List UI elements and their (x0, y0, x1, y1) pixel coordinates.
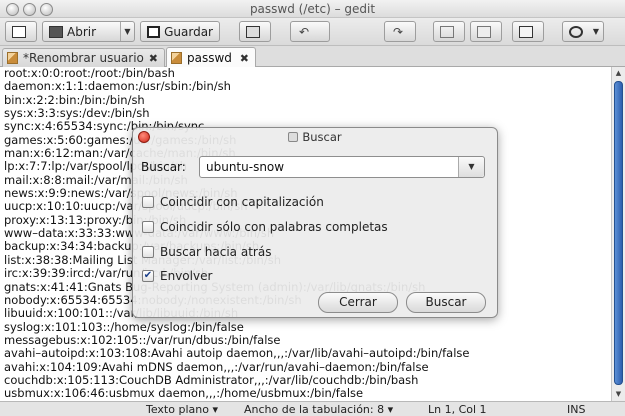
editor-line: avahi:x:104:109:Avahi mDNS daemon,,,:/va… (4, 359, 429, 374)
text-file-icon (7, 52, 18, 64)
new-button[interactable] (5, 21, 37, 42)
tab-label: *Renombrar usuario (23, 51, 144, 65)
tab-label: passwd (187, 51, 232, 65)
new-document-icon (12, 25, 26, 38)
save-button[interactable]: Guardar (140, 21, 220, 42)
insert-mode: INS (567, 403, 586, 416)
editor-line: bin:x:2:2:bin:/bin:/bin/sh (4, 92, 145, 107)
language-selector[interactable]: Texto plano ▾ (146, 403, 218, 416)
checkbox-label: Buscar hacia atrás (160, 245, 272, 259)
printer-icon (246, 25, 260, 38)
close-button[interactable]: Cerrar (318, 292, 398, 313)
paste-button[interactable] (512, 21, 544, 42)
checkbox-box[interactable] (142, 246, 154, 258)
scissors-icon (440, 25, 454, 38)
copy-icon (477, 25, 491, 38)
editor-line: messagebus:x:102:105::/var/run/dbus:/bin… (4, 332, 281, 347)
checkbox-box[interactable] (142, 196, 154, 208)
tab-renombrar-usuario[interactable]: *Renombrar usuario ✖ (2, 48, 165, 67)
find-button[interactable]: Buscar (406, 292, 486, 313)
editor-line: sys:x:3:3:sys:/dev:/bin/sh (4, 106, 150, 121)
tab-passwd[interactable]: passwd ✖ (166, 47, 256, 68)
cut-button[interactable] (433, 21, 465, 42)
tab-width-label: Ancho de la tabulación: 8 (244, 403, 385, 416)
editor-line: syslog:x:101:103::/home/syslog:/bin/fals… (4, 319, 244, 334)
checkbox-label: Coincidir sólo con palabras completas (160, 220, 388, 234)
paste-icon (519, 25, 533, 38)
editor-line: usbmux:x:106:46:usbmux daemon,,,:/home/u… (4, 386, 364, 401)
scrollbar-thumb[interactable] (614, 81, 623, 385)
text-file-icon (171, 52, 182, 64)
tab-width-selector[interactable]: Ancho de la tabulación: 8 ▾ (244, 403, 393, 416)
whole-words-checkbox[interactable]: Coincidir sólo con palabras completas (142, 220, 388, 234)
print-button[interactable] (239, 21, 271, 42)
search-combo[interactable]: ▼ (199, 156, 485, 178)
open-recent-dropdown[interactable]: ▼ (120, 22, 134, 41)
search-label: Buscar: (141, 160, 186, 174)
folder-open-icon (49, 25, 63, 38)
redo-icon: ↷ (392, 24, 404, 39)
undo-button[interactable]: ↶ (290, 21, 330, 42)
dialog-title-text: Buscar (302, 130, 342, 144)
tab-bar: *Renombrar usuario ✖ passwd ✖ (0, 46, 625, 68)
save-label: Guardar (164, 24, 213, 39)
undo-icon: ↶ (298, 24, 310, 39)
search-icon (569, 25, 583, 38)
save-icon (147, 25, 161, 38)
search-dropdown[interactable]: ▼ (589, 22, 603, 41)
editor-line: avahi–autoipd:x:103:108:Avahi autoip dae… (4, 346, 470, 361)
tab-width-dropdown-icon: ▾ (387, 403, 394, 416)
scroll-up-arrow-icon[interactable]: ▲ (612, 67, 625, 80)
cursor-position: Ln 1, Col 1 (428, 403, 487, 416)
open-label: Abrir (67, 24, 97, 39)
search-history-dropdown[interactable]: ▼ (458, 157, 484, 177)
editor-line: couchdb:x:105:113:CouchDB Administrator,… (4, 372, 419, 387)
search-dialog-icon (288, 132, 299, 142)
search-input[interactable] (206, 159, 446, 175)
dialog-title: Buscar (133, 128, 497, 146)
search-dialog: Buscar Buscar: ▼ Coincidir con capitaliz… (132, 127, 498, 318)
editor-line: daemon:x:1:1:daemon:/usr/sbin:/bin/sh (4, 79, 231, 94)
language-dropdown-icon: ▾ (212, 403, 218, 416)
toolbar: Abrir ▼ Guardar ↶ ↷ ▼ (0, 18, 625, 46)
redo-button[interactable]: ↷ (384, 21, 416, 42)
match-case-checkbox[interactable]: Coincidir con capitalización (142, 195, 324, 209)
vertical-scrollbar[interactable]: ▲ ▼ (611, 67, 625, 401)
wrap-around-checkbox[interactable]: ✔ Envolver (142, 269, 212, 283)
language-label: Texto plano (146, 403, 209, 416)
copy-button[interactable] (470, 21, 502, 42)
checkmark-icon[interactable]: ✔ (142, 270, 154, 282)
search-button[interactable]: ▼ (562, 21, 604, 42)
open-button[interactable]: Abrir ▼ (42, 21, 135, 42)
editor-line: root:x:0:0:root:/root:/bin/bash (4, 67, 175, 80)
window-title: passwd (/etc) – gedit (249, 2, 376, 16)
scroll-down-arrow-icon[interactable]: ▼ (612, 388, 625, 401)
tab-close-icon[interactable]: ✖ (240, 52, 249, 65)
status-bar: Texto plano ▾ Ancho de la tabulación: 8 … (0, 401, 625, 416)
checkbox-box[interactable] (142, 221, 154, 233)
checkbox-label: Envolver (160, 269, 213, 283)
checkbox-label: Coincidir con capitalización (160, 195, 324, 209)
search-backwards-checkbox[interactable]: Buscar hacia atrás (142, 245, 271, 259)
title-bar: passwd (/etc) – gedit (0, 0, 625, 18)
tab-close-icon[interactable]: ✖ (149, 52, 158, 65)
